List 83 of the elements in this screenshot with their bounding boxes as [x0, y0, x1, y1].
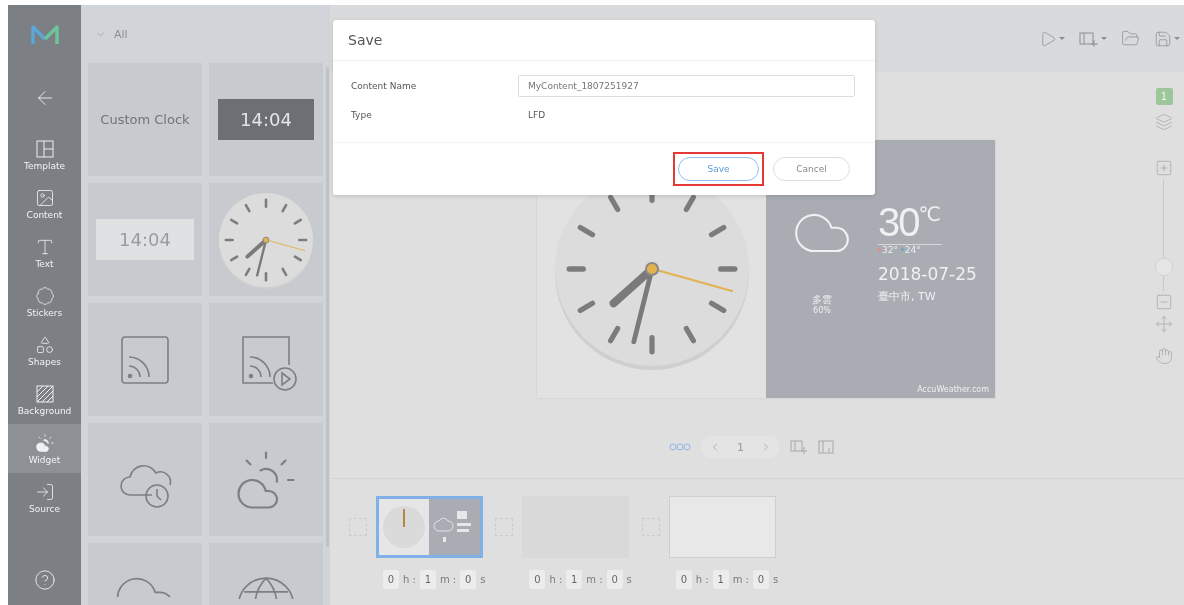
high-low-text: 32° 24° — [878, 245, 995, 256]
slide-thumbnail[interactable] — [668, 496, 776, 558]
zoom-in-icon[interactable] — [1155, 159, 1173, 177]
duration-field[interactable]: 0 — [460, 570, 477, 589]
link-icon[interactable] — [669, 443, 691, 451]
duration-unit: h : — [695, 574, 709, 585]
sidebar-item[interactable]: Content — [8, 179, 81, 228]
shapes-icon — [34, 334, 55, 355]
digital-clock: 14:04 — [218, 99, 314, 140]
sidebar-item[interactable]: Widget — [8, 424, 81, 473]
duration-unit: m : — [439, 574, 457, 585]
zoom-out-icon[interactable] — [1155, 293, 1173, 311]
widget-tile[interactable] — [88, 303, 202, 416]
help-icon[interactable] — [33, 569, 56, 591]
sidebar-item[interactable]: Background — [8, 375, 81, 424]
temperature-unit: ℃ — [918, 202, 941, 226]
cancel-button[interactable]: Cancel — [773, 157, 850, 181]
folder-icon — [1121, 29, 1140, 48]
sidebar-item[interactable]: Template — [8, 130, 81, 179]
field-label: Type — [351, 109, 373, 120]
sticker-icon — [34, 285, 55, 306]
source-icon — [34, 481, 55, 502]
humidity-text: 60% — [813, 306, 831, 316]
widget-tile[interactable] — [209, 423, 323, 536]
duration-field[interactable]: 0 — [675, 570, 692, 589]
sidebar-item[interactable]: Text — [8, 228, 81, 277]
duration-unit: m : — [586, 574, 603, 585]
play-button[interactable] — [1039, 29, 1065, 48]
picture-icon — [34, 187, 55, 208]
move-icon[interactable] — [1155, 315, 1173, 333]
duration-field[interactable]: 0 — [753, 570, 769, 589]
add-page-button[interactable] — [1079, 29, 1107, 48]
duration-field[interactable]: 0 — [606, 570, 623, 589]
duration-field[interactable]: 0 — [529, 570, 546, 589]
add-page-icon — [1079, 29, 1099, 48]
duration-unit: s — [773, 574, 779, 585]
layers-icon[interactable] — [1155, 113, 1173, 131]
sidebar-item[interactable]: Stickers — [8, 277, 81, 326]
field-label: Content Name — [351, 80, 418, 91]
zoom-slider-thumb[interactable] — [1155, 257, 1173, 276]
page-icon[interactable] — [818, 439, 836, 455]
duration-unit: m : — [732, 574, 749, 585]
weather-condition: 多雲 — [812, 294, 832, 306]
widget-tile[interactable]: 14:04 — [88, 183, 202, 296]
sidebar-item[interactable]: Source — [8, 473, 81, 522]
digital-clock: 14:04 — [96, 219, 194, 260]
location-text: 臺中市, TW — [878, 290, 937, 304]
open-button[interactable] — [1121, 29, 1140, 48]
widget-tile[interactable] — [209, 183, 323, 296]
duration-unit: s — [480, 574, 486, 585]
credit-text: AccuWeather.com — [917, 385, 989, 394]
cloud-sun-icon — [34, 432, 55, 453]
hand-icon[interactable] — [1155, 347, 1173, 365]
save-menu-button[interactable] — [1154, 29, 1180, 48]
analog-clock-icon — [217, 190, 315, 289]
layer-count-badge: 1 — [1155, 88, 1173, 105]
temperature-text: 30 — [878, 202, 919, 242]
widget-tile[interactable]: 14:04 — [209, 63, 323, 176]
duration-field[interactable]: 1 — [566, 570, 583, 589]
hatched-square-icon — [34, 383, 55, 404]
duration-field[interactable]: 1 — [712, 570, 729, 589]
duration-unit: s — [626, 574, 632, 585]
template-icon — [34, 138, 55, 159]
widget-tile[interactable] — [209, 303, 323, 416]
tile-label: Custom Clock — [100, 112, 190, 127]
play-icon — [1039, 29, 1057, 48]
content-name-field[interactable]: MyContent_1807251927 — [518, 74, 855, 97]
duration-unit: h : — [549, 574, 563, 585]
widget-tile[interactable] — [88, 423, 202, 536]
duration-field[interactable]: 1 — [419, 570, 436, 589]
duration-unit: h : — [403, 574, 416, 585]
dialog-title: Save — [348, 32, 383, 48]
duration-field[interactable]: 0 — [383, 570, 399, 589]
save-button[interactable]: Save — [678, 157, 759, 181]
save-icon — [1154, 29, 1172, 48]
date-text: 2018-07-25 — [878, 263, 978, 285]
field-value: LFD — [527, 109, 546, 120]
widget-tile[interactable]: Custom Clock — [88, 63, 202, 176]
filter-label[interactable]: All — [114, 27, 128, 41]
sidebar-item[interactable]: Shapes — [8, 326, 81, 375]
logo-icon — [30, 24, 59, 46]
add-page-icon[interactable] — [790, 439, 808, 455]
page-number: 1 — [737, 440, 744, 454]
